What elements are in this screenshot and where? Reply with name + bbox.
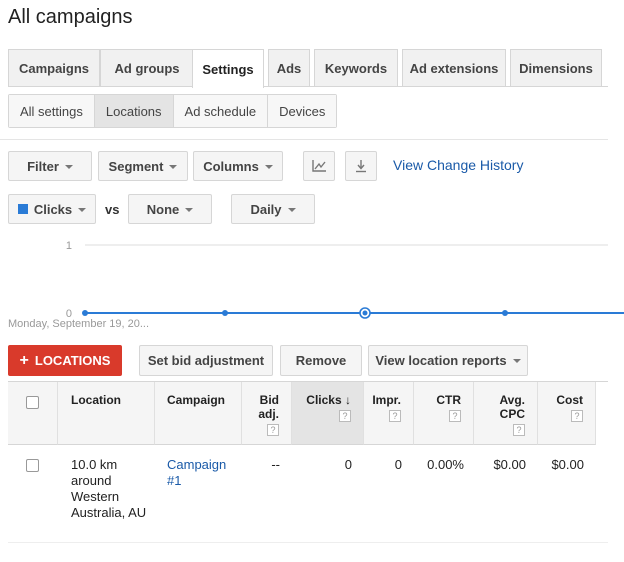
chevron-down-icon	[287, 207, 296, 212]
tab-ads[interactable]: Ads	[268, 49, 310, 86]
cell-clicks: 0	[344, 457, 352, 472]
chevron-down-icon	[185, 207, 194, 212]
tab-dimensions[interactable]: Dimensions	[510, 49, 602, 86]
add-locations-button[interactable]: + LOCATIONS	[8, 345, 122, 376]
period-dropdown[interactable]: Daily	[231, 194, 315, 224]
settings-subtabs: All settings Locations Ad schedule Devic…	[8, 94, 338, 128]
download-icon	[356, 160, 366, 173]
segment-label: Segment	[108, 158, 164, 174]
columns-label: Columns	[203, 158, 259, 174]
set-bid-adjustment-button[interactable]: Set bid adjustment	[139, 345, 273, 376]
subtab-ad-schedule[interactable]: Ad schedule	[173, 95, 269, 127]
header-avg-cpc-label: Avg. CPC	[499, 393, 525, 421]
help-icon[interactable]: ?	[571, 410, 583, 422]
chevron-down-icon	[169, 164, 178, 169]
page-title: All campaigns	[8, 6, 133, 28]
cell-bid-adj: --	[271, 457, 280, 472]
help-icon[interactable]: ?	[513, 424, 525, 436]
line-chart-button[interactable]	[303, 151, 335, 181]
header-campaign-label: Campaign	[167, 393, 226, 407]
header-bid-adj-label: Bid adj.	[258, 393, 279, 421]
header-location[interactable]: Location	[58, 382, 155, 445]
cell-impr: 0	[394, 457, 402, 472]
chevron-down-icon	[264, 164, 273, 169]
data-point[interactable]	[222, 310, 228, 316]
tab-ad-extensions[interactable]: Ad extensions	[402, 49, 506, 86]
data-point[interactable]	[362, 310, 368, 316]
metric1-label: Clicks	[33, 201, 73, 217]
tab-ad-groups[interactable]: Ad groups	[100, 49, 194, 86]
line-chart-icon	[312, 160, 326, 172]
vs-label: vs	[105, 202, 120, 217]
chart-date-label: Monday, September 19, 20...	[8, 318, 150, 330]
header-ctr[interactable]: CTR ?	[414, 382, 474, 445]
chevron-down-icon	[512, 359, 521, 363]
cell-cost: $0.00	[551, 457, 584, 472]
subtab-devices[interactable]: Devices	[268, 95, 337, 127]
header-cost[interactable]: Cost ?	[538, 382, 596, 445]
filter-label: Filter	[27, 158, 59, 174]
plus-icon: +	[19, 351, 29, 369]
cell-location: 10.0 km around Western Australia, AU	[71, 457, 147, 520]
subtab-all-settings[interactable]: All settings	[9, 95, 95, 127]
sort-down-arrow-icon: ↓	[345, 393, 351, 407]
chevron-down-icon	[64, 164, 73, 169]
tab-campaigns[interactable]: Campaigns	[8, 49, 100, 86]
header-cost-label: Cost	[556, 393, 583, 407]
period-label: Daily	[250, 201, 282, 217]
select-all-checkbox[interactable]	[26, 396, 39, 409]
header-bid-adj[interactable]: Bid adj. ?	[242, 382, 292, 445]
metric1-dropdown[interactable]: Clicks	[8, 194, 96, 224]
locations-table: Location Campaign Bid adj. ? Clicks ↓ ? …	[8, 381, 608, 551]
header-location-label: Location	[71, 393, 121, 407]
metric2-dropdown[interactable]: None	[128, 194, 212, 224]
header-clicks[interactable]: Clicks ↓ ?	[292, 382, 364, 445]
subtab-locations[interactable]: Locations	[94, 95, 174, 127]
header-avg-cpc[interactable]: Avg. CPC ?	[474, 382, 538, 445]
y-tick-label: 1	[66, 240, 72, 252]
tab-keywords[interactable]: Keywords	[314, 49, 398, 86]
header-impr-label: Impr.	[372, 393, 401, 407]
columns-button[interactable]: Columns	[193, 151, 283, 181]
tab-settings[interactable]: Settings	[192, 49, 264, 88]
data-point[interactable]	[82, 310, 88, 316]
header-ctr-label: CTR	[436, 393, 461, 407]
row-checkbox[interactable]	[26, 459, 39, 472]
download-button[interactable]	[345, 151, 377, 181]
header-clicks-label: Clicks	[306, 393, 342, 407]
cell-ctr: 0.00%	[427, 457, 464, 472]
header-select-all	[8, 382, 58, 445]
help-icon[interactable]: ?	[339, 410, 351, 422]
header-impr[interactable]: Impr. ?	[364, 382, 414, 445]
header-campaign[interactable]: Campaign	[155, 382, 242, 445]
view-location-reports-button[interactable]: View location reports	[368, 345, 528, 376]
segment-button[interactable]: Segment	[98, 151, 188, 181]
row-divider	[8, 542, 608, 543]
cell-campaign-link[interactable]: Campaign #1	[167, 457, 237, 489]
metric2-label: None	[146, 201, 180, 217]
main-tabs: Campaigns Ad groups Settings Ads Keyword…	[8, 49, 608, 88]
view-change-history-link[interactable]: View Change History	[393, 157, 523, 173]
help-icon[interactable]: ?	[449, 410, 461, 422]
remove-button[interactable]: Remove	[280, 345, 362, 376]
help-icon[interactable]: ?	[267, 424, 279, 436]
view-location-reports-label: View location reports	[375, 353, 507, 368]
chevron-down-icon	[78, 207, 87, 212]
help-icon[interactable]: ?	[389, 410, 401, 422]
divider	[0, 139, 608, 140]
add-locations-label: LOCATIONS	[34, 353, 111, 368]
cell-avg-cpc: $0.00	[493, 457, 526, 472]
clicks-color-swatch	[17, 204, 28, 214]
filter-button[interactable]: Filter	[8, 151, 92, 181]
data-point[interactable]	[502, 310, 508, 316]
